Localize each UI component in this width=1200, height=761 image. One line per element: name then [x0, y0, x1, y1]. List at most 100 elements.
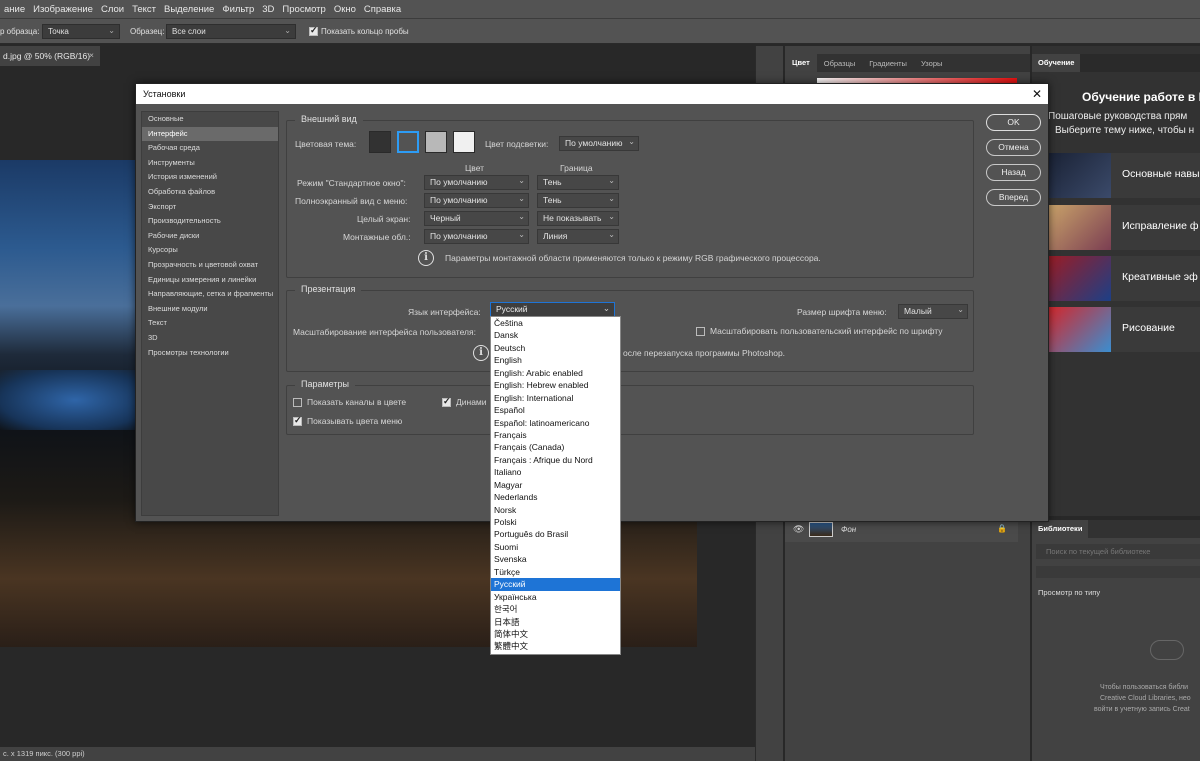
- language-option[interactable]: Svenska: [491, 553, 620, 565]
- language-option[interactable]: English: Hebrew enabled: [491, 379, 620, 391]
- dialog-title: Установки: [143, 89, 186, 99]
- menu-item[interactable]: Изображение: [29, 4, 97, 15]
- sidebar-item[interactable]: Направляющие, сетка и фрагменты: [142, 287, 278, 302]
- language-option[interactable]: Italiano: [491, 466, 620, 478]
- learn-subtitle-2: Выберите тему ниже, чтобы н: [1055, 125, 1195, 136]
- sidebar-item[interactable]: Обработка файлов: [142, 185, 278, 200]
- menu-item[interactable]: Текст: [128, 4, 160, 15]
- cancel-button[interactable]: Отмена: [986, 139, 1041, 156]
- tab-libraries[interactable]: Библиотеки: [1032, 520, 1089, 538]
- language-option[interactable]: Čeština: [491, 317, 620, 329]
- sidebar-item[interactable]: Курсоры: [142, 243, 278, 258]
- forward-button[interactable]: Вперед: [986, 189, 1041, 206]
- language-select[interactable]: Русский ⌄: [490, 302, 615, 317]
- sidebar-item[interactable]: 3D: [142, 331, 278, 346]
- sidebar-item[interactable]: Единицы измерения и линейки: [142, 273, 278, 288]
- language-option[interactable]: Magyar: [491, 479, 620, 491]
- sidebar-item[interactable]: Рабочая среда: [142, 141, 278, 156]
- sidebar-item[interactable]: Инструменты: [142, 156, 278, 171]
- language-option[interactable]: Français : Afrique du Nord: [491, 454, 620, 466]
- theme-swatch-darkest[interactable]: [369, 131, 391, 153]
- language-option[interactable]: Français: [491, 429, 620, 441]
- language-option[interactable]: 한국어: [491, 603, 620, 615]
- learn-card-fix[interactable]: Исправление ф: [1048, 205, 1200, 250]
- learn-card-basics[interactable]: Основные навы: [1048, 153, 1200, 198]
- language-option[interactable]: Polski: [491, 516, 620, 528]
- ok-button[interactable]: OK: [986, 114, 1041, 131]
- tab-color[interactable]: Цвет: [785, 54, 817, 72]
- view-by-type[interactable]: Просмотр по типу: [1038, 588, 1100, 597]
- language-option[interactable]: Español: latinoamericano: [491, 417, 620, 429]
- menu-item[interactable]: Справка: [360, 4, 405, 15]
- tab-gradients[interactable]: Градиенты: [862, 59, 914, 68]
- back-button[interactable]: Назад: [986, 164, 1041, 181]
- sidebar-item[interactable]: Интерфейс: [142, 126, 278, 142]
- sidebar-item[interactable]: Просмотры технологии: [142, 346, 278, 361]
- menu-item[interactable]: Просмотр: [278, 4, 329, 15]
- sidebar-item[interactable]: Рабочие диски: [142, 229, 278, 244]
- language-option[interactable]: Norsk: [491, 504, 620, 516]
- language-option[interactable]: Українська: [491, 591, 620, 603]
- language-option[interactable]: Português do Brasil: [491, 528, 620, 540]
- sidebar-item[interactable]: Текст: [142, 316, 278, 331]
- tab-learn[interactable]: Обучение: [1032, 54, 1081, 72]
- document-tab[interactable]: d.jpg @ 50% (RGB/16) ×: [0, 46, 100, 66]
- show-ring-checkbox[interactable]: [309, 25, 318, 36]
- tab-patterns[interactable]: Узоры: [914, 59, 949, 68]
- sidebar-item[interactable]: История изменений: [142, 170, 278, 185]
- language-option[interactable]: Suomi: [491, 541, 620, 553]
- theme-swatch-lightest[interactable]: [453, 131, 475, 153]
- sample-size-select[interactable]: Точка ⌄: [42, 24, 120, 39]
- close-icon[interactable]: ×: [89, 50, 94, 60]
- menu-item[interactable]: Выделение: [160, 4, 218, 15]
- tab-swatches[interactable]: Образцы: [817, 59, 863, 68]
- language-option[interactable]: Nederlands: [491, 491, 620, 503]
- sidebar-item[interactable]: Внешние модули: [142, 302, 278, 317]
- library-search-input[interactable]: Поиск по текущей библиотеке: [1036, 544, 1200, 559]
- menu-item[interactable]: Окно: [330, 4, 360, 15]
- language-option[interactable]: 简体中文: [491, 628, 620, 640]
- language-option[interactable]: English: Arabic enabled: [491, 367, 620, 379]
- language-option[interactable]: Türkçe: [491, 566, 620, 578]
- language-option[interactable]: 繁體中文: [491, 640, 620, 652]
- menu-item[interactable]: Фильтр: [218, 4, 258, 15]
- theme-swatch-light[interactable]: [425, 131, 447, 153]
- eye-icon[interactable]: 👁: [793, 524, 804, 535]
- theme-swatch-dark[interactable]: [397, 131, 419, 153]
- language-option[interactable]: Deutsch: [491, 342, 620, 354]
- scale-by-font-checkbox[interactable]: [696, 327, 705, 336]
- highlight-select[interactable]: По умолчанию ⌄: [559, 136, 639, 151]
- standard-color-select[interactable]: По умолчанию ⌄: [424, 175, 529, 190]
- learn-card-painting[interactable]: Рисование: [1048, 307, 1200, 352]
- sidebar-item[interactable]: Прозрачность и цветовой охват: [142, 258, 278, 273]
- fullscreen-border-select[interactable]: Не показывать ⌄: [537, 211, 619, 226]
- menu-item[interactable]: 3D: [258, 4, 278, 15]
- learn-card-creative[interactable]: Креативные эф: [1048, 256, 1200, 301]
- sidebar-item[interactable]: Основные: [142, 112, 278, 127]
- sidebar-item[interactable]: Производительность: [142, 214, 278, 229]
- sidebar-item[interactable]: Экспорт: [142, 200, 278, 215]
- artboards-color-select[interactable]: По умолчанию ⌄: [424, 229, 529, 244]
- language-option[interactable]: 日本語: [491, 616, 620, 628]
- show-menu-colors-checkbox[interactable]: [293, 415, 302, 426]
- menu-font-size-select[interactable]: Малый ⌄: [898, 304, 968, 319]
- language-option[interactable]: Français (Canada): [491, 441, 620, 453]
- fullscreen-menu-border-select[interactable]: Тень ⌄: [537, 193, 619, 208]
- menu-item[interactable]: Слои: [97, 4, 128, 15]
- close-icon[interactable]: ✕: [1032, 87, 1042, 101]
- language-option[interactable]: English: International: [491, 392, 620, 404]
- fullscreen-menu-color-select[interactable]: По умолчанию ⌄: [424, 193, 529, 208]
- language-option[interactable]: Dansk: [491, 329, 620, 341]
- library-select[interactable]: [1036, 566, 1200, 578]
- fullscreen-color-select[interactable]: Черный ⌄: [424, 211, 529, 226]
- standard-border-select[interactable]: Тень ⌄: [537, 175, 619, 190]
- learn-card-title: Исправление ф: [1122, 220, 1199, 232]
- show-channels-color-checkbox[interactable]: [293, 398, 302, 407]
- language-option[interactable]: English: [491, 354, 620, 366]
- language-option[interactable]: Español: [491, 404, 620, 416]
- dynamic-sliders-checkbox[interactable]: [442, 396, 451, 407]
- menu-item[interactable]: ание: [0, 4, 29, 15]
- language-option[interactable]: Русский: [491, 578, 620, 591]
- samples-select[interactable]: Все слои ⌄: [166, 24, 296, 39]
- artboards-border-select[interactable]: Линия ⌄: [537, 229, 619, 244]
